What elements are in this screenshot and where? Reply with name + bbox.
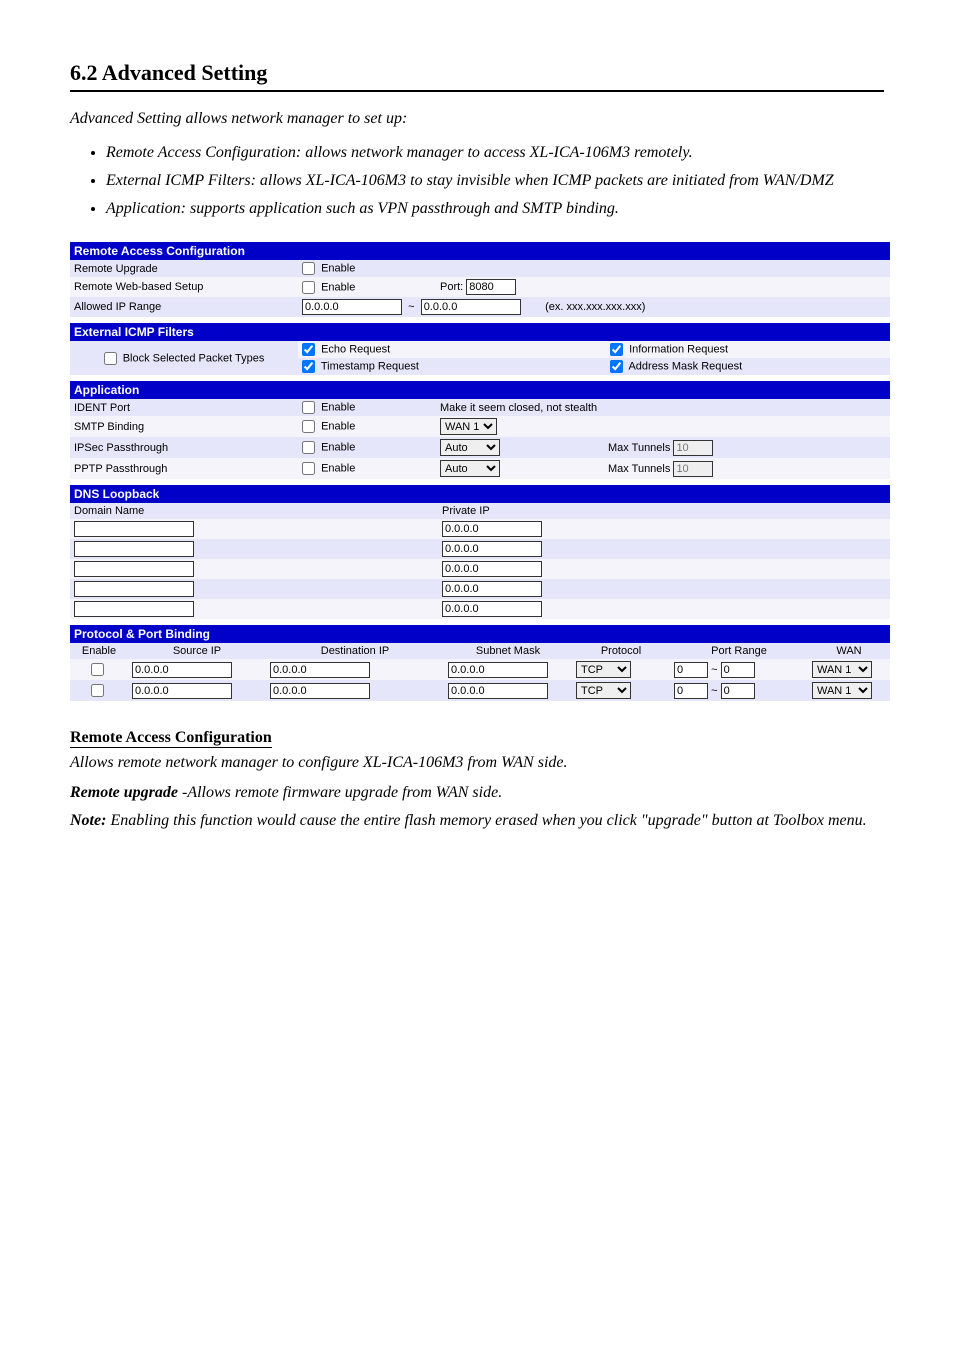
input-binding-src-0[interactable] — [132, 662, 232, 678]
tilde: ~ — [711, 685, 717, 697]
hint-ip-format: (ex. xxx.xxx.xxx.xxx) — [545, 301, 645, 313]
select-ipsec-mode[interactable]: Auto — [440, 439, 500, 456]
input-binding-dst-1[interactable] — [270, 683, 370, 699]
checkbox-information-request[interactable] — [610, 343, 623, 356]
col-private-ip: Private IP — [438, 503, 890, 519]
select-binding-wan-1[interactable]: WAN 1 — [812, 682, 872, 699]
label-enable: Enable — [321, 401, 355, 413]
checkbox-pptp-enable[interactable] — [302, 462, 315, 475]
input-binding-port-to-0[interactable] — [721, 662, 755, 678]
input-dns-domain-0[interactable] — [74, 521, 194, 537]
label-port: Port: — [440, 281, 463, 293]
tilde: ~ — [711, 664, 717, 676]
label-ident-port: IDENT Port — [70, 399, 298, 416]
tilde: ~ — [408, 301, 414, 313]
input-binding-dst-0[interactable] — [270, 662, 370, 678]
input-allowed-ip-to[interactable] — [421, 299, 521, 315]
select-pptp-mode[interactable]: Auto — [440, 460, 500, 477]
bullet-application: Application: supports application such a… — [106, 200, 884, 218]
input-binding-mask-1[interactable] — [448, 683, 548, 699]
label-max-tunnels: Max Tunnels — [608, 442, 670, 454]
input-ipsec-max-tunnels — [673, 440, 713, 456]
desc-title-remote-access: Remote Access Configuration — [70, 729, 272, 748]
input-dns-domain-1[interactable] — [74, 541, 194, 557]
input-binding-mask-0[interactable] — [448, 662, 548, 678]
label-block-packet-types: Block Selected Packet Types — [123, 352, 265, 364]
input-dns-ip-0[interactable] — [442, 521, 542, 537]
bullet-remote-access: Remote Access Configuration: allows netw… — [106, 144, 884, 162]
label-address-mask-request: Address Mask Request — [628, 360, 742, 372]
col-source-ip: Source IP — [128, 643, 266, 659]
label-allowed-ip-range: Allowed IP Range — [70, 297, 298, 317]
col-domain-name: Domain Name — [70, 503, 438, 519]
label-timestamp-request: Timestamp Request — [321, 360, 419, 372]
input-binding-src-1[interactable] — [132, 683, 232, 699]
col-wan: WAN — [808, 643, 890, 659]
label-enable: Enable — [321, 420, 355, 432]
label-information-request: Information Request — [629, 343, 728, 355]
hint-ident: Make it seem closed, not stealth — [436, 399, 890, 416]
desc-body-remote-access: Allows remote network manager to configu… — [70, 754, 884, 772]
input-pptp-max-tunnels — [673, 461, 713, 477]
col-port-range: Port Range — [670, 643, 808, 659]
label-echo-request: Echo Request — [321, 343, 390, 355]
input-dns-domain-4[interactable] — [74, 601, 194, 617]
checkbox-binding-enable-1[interactable] — [91, 684, 104, 697]
input-allowed-ip-from[interactable] — [302, 299, 402, 315]
bullet-icmp-filters: External ICMP Filters: allows XL-ICA-106… — [106, 172, 884, 190]
checkbox-echo-request[interactable] — [302, 343, 315, 356]
input-binding-port-to-1[interactable] — [721, 683, 755, 699]
section-title-binding: Protocol & Port Binding — [70, 625, 890, 643]
select-binding-proto-0[interactable]: TCP — [576, 661, 631, 678]
input-dns-ip-3[interactable] — [442, 581, 542, 597]
col-enable: Enable — [70, 643, 128, 659]
select-binding-wan-0[interactable]: WAN 1 — [812, 661, 872, 678]
col-protocol: Protocol — [572, 643, 670, 659]
label-note: Note: — [70, 812, 106, 829]
checkbox-smtp-enable[interactable] — [302, 420, 315, 433]
label-remote-upgrade-desc: Remote upgrade — [70, 784, 178, 801]
label-enable: Enable — [321, 462, 355, 474]
input-binding-port-from-0[interactable] — [674, 662, 708, 678]
input-binding-port-from-1[interactable] — [674, 683, 708, 699]
section-title-application: Application — [70, 381, 890, 399]
body-note: Enabling this function would cause the e… — [110, 812, 866, 829]
checkbox-ident-enable[interactable] — [302, 401, 315, 414]
config-screenshot: Remote Access Configuration Remote Upgra… — [70, 242, 890, 701]
label-max-tunnels: Max Tunnels — [608, 463, 670, 475]
checkbox-block-selected-packet-types[interactable] — [104, 352, 117, 365]
label-enable: Enable — [321, 262, 355, 274]
intro-text: Advanced Setting allows network manager … — [70, 110, 884, 128]
body-remote-upgrade-desc: -Allows remote firmware upgrade from WAN… — [182, 784, 502, 801]
label-enable: Enable — [321, 281, 355, 293]
input-remote-web-port[interactable] — [466, 279, 516, 295]
label-pptp-passthrough: PPTP Passthrough — [70, 458, 298, 479]
input-dns-domain-3[interactable] — [74, 581, 194, 597]
col-subnet-mask: Subnet Mask — [444, 643, 572, 659]
section-title-icmp: External ICMP Filters — [70, 323, 890, 341]
checkbox-ipsec-enable[interactable] — [302, 441, 315, 454]
label-smtp-binding: SMTP Binding — [70, 416, 298, 437]
section-title-dns: DNS Loopback — [70, 485, 890, 503]
label-remote-web-setup: Remote Web-based Setup — [70, 277, 298, 297]
input-dns-ip-2[interactable] — [442, 561, 542, 577]
checkbox-address-mask-request[interactable] — [610, 360, 623, 373]
col-destination-ip: Destination IP — [266, 643, 444, 659]
checkbox-timestamp-request[interactable] — [302, 360, 315, 373]
select-binding-proto-1[interactable]: TCP — [576, 682, 631, 699]
input-dns-domain-2[interactable] — [74, 561, 194, 577]
input-dns-ip-4[interactable] — [442, 601, 542, 617]
checkbox-remote-upgrade-enable[interactable] — [302, 262, 315, 275]
checkbox-binding-enable-0[interactable] — [91, 663, 104, 676]
checkbox-remote-web-enable[interactable] — [302, 281, 315, 294]
label-ipsec-passthrough: IPSec Passthrough — [70, 437, 298, 458]
input-dns-ip-1[interactable] — [442, 541, 542, 557]
page-heading: 6.2 Advanced Setting — [70, 60, 884, 92]
section-title-remote-access: Remote Access Configuration — [70, 242, 890, 260]
select-smtp-wan[interactable]: WAN 1 — [440, 418, 497, 435]
label-remote-upgrade: Remote Upgrade — [70, 260, 298, 277]
label-enable: Enable — [321, 441, 355, 453]
